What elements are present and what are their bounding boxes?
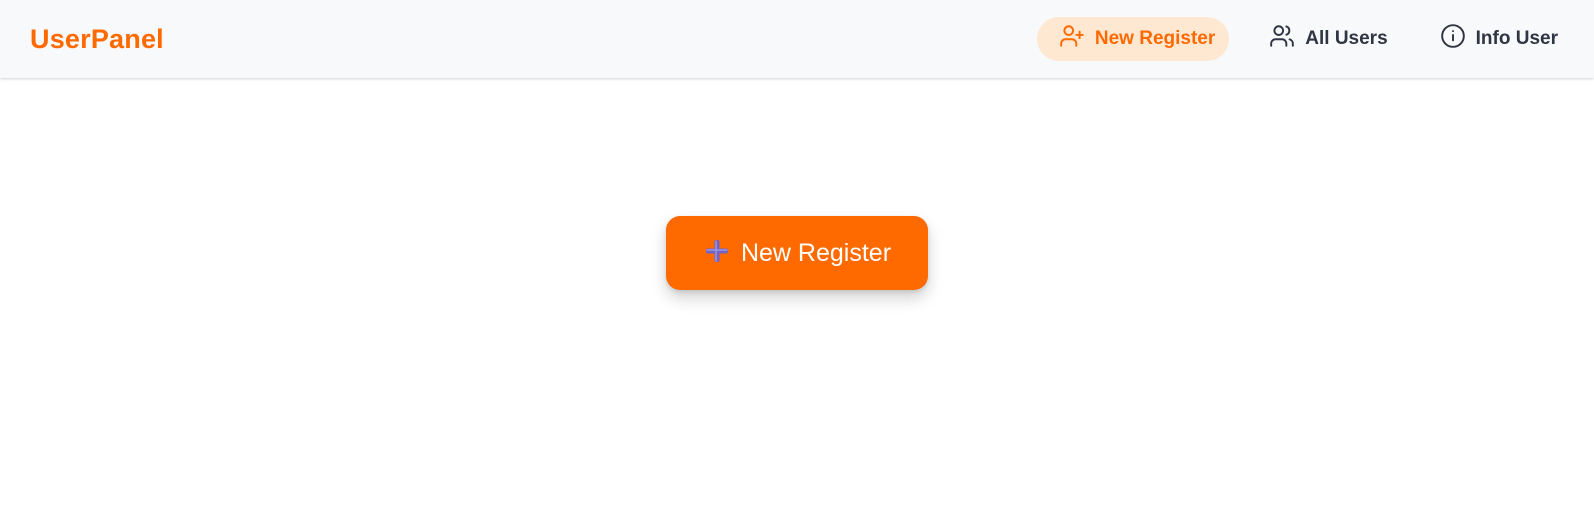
new-register-button[interactable]: New Register xyxy=(666,216,928,290)
user-plus-icon xyxy=(1059,23,1085,55)
new-register-button-label: New Register xyxy=(740,238,892,267)
nav-item-new-register[interactable]: New Register xyxy=(1036,17,1230,61)
nav-item-info-user[interactable]: Info User xyxy=(1418,17,1570,61)
users-icon xyxy=(1269,23,1295,55)
top-navbar: UserPanel New Register All Users Info Us… xyxy=(0,0,1594,78)
nav-item-label: New Register xyxy=(1094,28,1216,49)
plus-icon xyxy=(703,237,731,270)
nav-item-all-users[interactable]: All Users xyxy=(1247,17,1399,61)
nav-item-label: Info User xyxy=(1475,28,1558,49)
main-nav: New Register All Users Info User xyxy=(1036,17,1570,61)
brand-logo[interactable]: UserPanel xyxy=(30,24,164,55)
nav-item-label: All Users xyxy=(1305,28,1388,49)
info-icon xyxy=(1440,23,1466,55)
